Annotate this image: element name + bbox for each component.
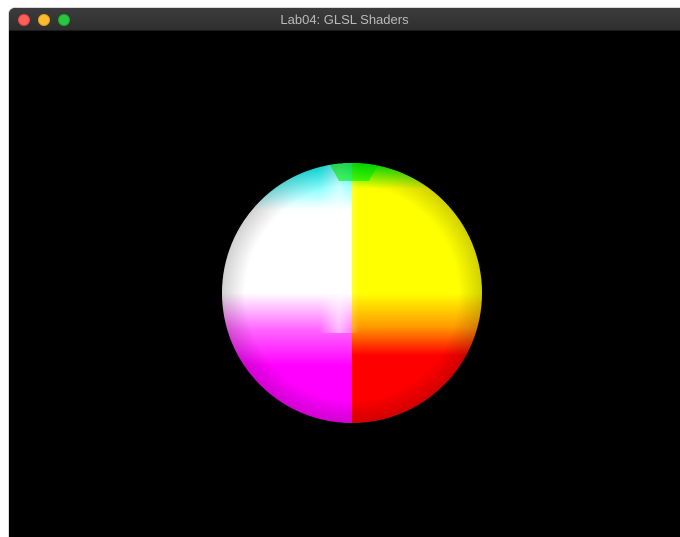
app-window: Lab04: GLSL Shaders [9,8,680,537]
window-title: Lab04: GLSL Shaders [280,12,409,27]
title-bar[interactable]: Lab04: GLSL Shaders [9,8,680,31]
gl-canvas[interactable] [9,31,680,537]
shaded-sphere [222,163,482,423]
